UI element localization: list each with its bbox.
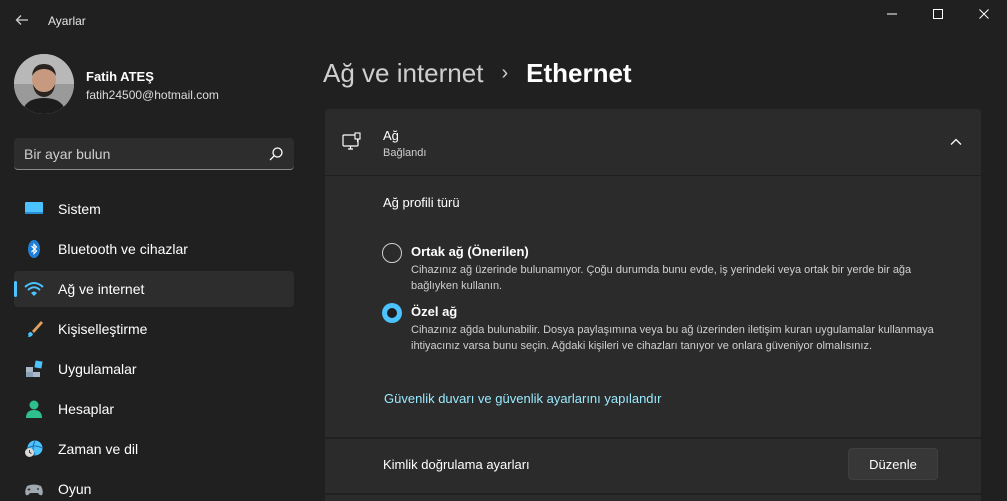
network-card-header[interactable]: Ağ Bağlandı [325, 109, 981, 176]
sidebar-item-network[interactable]: Ağ ve internet [14, 271, 294, 307]
sidebar-item-sistem[interactable]: Sistem [14, 191, 294, 227]
gamepad-icon [25, 484, 43, 496]
sidebar-item-accounts[interactable]: Hesaplar [14, 391, 294, 427]
minimize-icon [887, 13, 897, 15]
title-bar: Ayarlar [0, 0, 1007, 44]
breadcrumb-parent[interactable]: Ağ ve internet [323, 58, 483, 89]
next-card [325, 495, 981, 501]
user-name: Fatih ATEŞ [86, 69, 154, 84]
minimize-button[interactable] [869, 0, 915, 28]
arrow-left-icon [15, 15, 28, 25]
maximize-button[interactable] [915, 0, 961, 28]
chevron-up-icon[interactable] [949, 135, 963, 149]
network-title: Ağ [383, 128, 399, 143]
maximize-icon [933, 9, 943, 19]
sidebar-item-label: Sistem [58, 201, 101, 217]
network-status: Bağlandı [383, 147, 427, 159]
sidebar-item-label: Zaman ve dil [58, 441, 139, 457]
user-email: fatih24500@hotmail.com [86, 88, 219, 102]
paintbrush-icon [28, 321, 43, 337]
page-title: Ethernet [526, 57, 632, 88]
sidebar-nav: Sistem Bluetooth ve cihazlar Ağ ve inter… [14, 191, 294, 501]
sidebar-item-label: Ağ ve internet [58, 281, 145, 297]
auth-settings-card: Kimlik doğrulama ayarları Düzenle [325, 439, 981, 493]
network-card: Ağ Bağlandı Ağ profili türü Ortak ağ (Ön… [325, 109, 981, 437]
option-description: Cihazınız ağda bulunabilir. Dosya paylaş… [411, 324, 934, 352]
ethernet-monitor-icon [342, 132, 361, 150]
close-icon [979, 9, 989, 19]
back-button[interactable] [10, 8, 34, 32]
sidebar-item-label: Uygulamalar [58, 361, 137, 377]
search-input[interactable] [24, 138, 254, 169]
public-network-radio[interactable] [382, 243, 402, 263]
sidebar-item-bluetooth[interactable]: Bluetooth ve cihazlar [14, 231, 294, 267]
apps-icon [26, 360, 43, 377]
monitor-icon [25, 202, 43, 214]
person-icon [26, 400, 42, 418]
avatar [14, 54, 74, 114]
breadcrumb-separator: › [501, 61, 509, 84]
private-network-radio[interactable] [382, 303, 402, 323]
breadcrumb: Ağ ve internet › Ethernet [323, 54, 632, 92]
search-icon[interactable] [268, 146, 284, 162]
option-description: Cihazınız ağ üzerinde bulunamıyor. Çoğu … [411, 264, 912, 292]
sidebar-item-label: Hesaplar [58, 401, 115, 417]
sidebar-item-apps[interactable]: Uygulamalar [14, 351, 294, 387]
bluetooth-icon [28, 240, 40, 258]
settings-search[interactable] [14, 138, 294, 170]
sidebar-item-label: Bluetooth ve cihazlar [58, 241, 188, 257]
option-title: Özel ağ [411, 304, 458, 319]
sidebar-item-label: Kişiselleştirme [58, 321, 148, 337]
sidebar-item-gaming[interactable]: Oyun [14, 471, 294, 501]
app-title: Ayarlar [48, 14, 86, 28]
sidebar-item-label: Oyun [58, 481, 92, 497]
sidebar-item-time-language[interactable]: Zaman ve dil [14, 431, 294, 467]
option-title: Ortak ağ (Önerilen) [411, 244, 529, 259]
auth-settings-label: Kimlik doğrulama ayarları [383, 457, 530, 472]
globe-clock-icon [25, 440, 43, 457]
close-button[interactable] [961, 0, 1007, 28]
edit-button[interactable]: Düzenle [848, 448, 938, 480]
profile-type-label: Ağ profili türü [383, 195, 460, 210]
wifi-icon [24, 282, 44, 296]
firewall-settings-link[interactable]: Güvenlik duvarı ve güvenlik ayarlarını y… [384, 391, 661, 406]
sidebar-item-personalization[interactable]: Kişiselleştirme [14, 311, 294, 347]
